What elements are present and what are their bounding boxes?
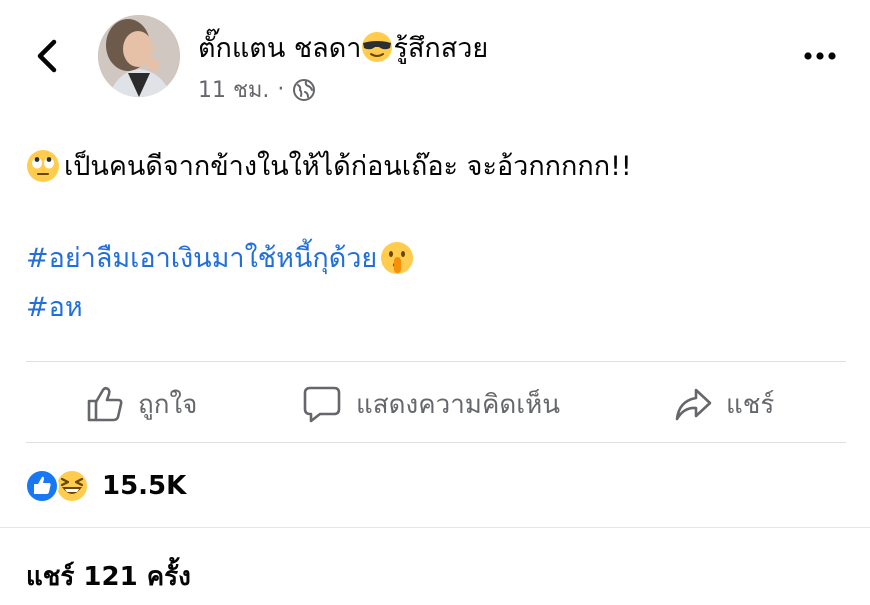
author-avatar[interactable] (98, 15, 180, 97)
hashtag-line-2: #อห (26, 285, 83, 328)
reactions-summary[interactable]: 15.5K (24, 468, 186, 504)
divider (26, 442, 846, 443)
comment-bubble-icon (303, 386, 341, 423)
post-meta: 11 ชม. · (198, 72, 316, 107)
author-feeling-text: รู้สึกสวย (393, 33, 489, 64)
reaction-count: 15.5K (102, 471, 187, 501)
post-time[interactable]: 11 ชม. (198, 72, 269, 107)
share-button[interactable]: แชร์ (674, 382, 774, 426)
smiling-face-with-sunglasses-icon (361, 31, 393, 70)
hashtag-link[interactable]: #อย่าลืมเอาเงินมาใช้หนี้กุด้วย (26, 236, 377, 279)
author-name[interactable]: ตั๊กแตน ชลดา รู้สึกสวย (198, 26, 488, 70)
comment-button[interactable]: แสดงความคิดเห็น (302, 382, 560, 426)
back-button[interactable] (30, 36, 66, 76)
chevron-left-icon (37, 39, 57, 73)
comment-label: แสดงความคิดเห็น (356, 389, 561, 420)
share-label: แชร์ (726, 389, 775, 420)
hashtag-line-1: #อย่าลืมเอาเงินมาใช้หนี้กุด้วย (26, 236, 415, 279)
more-options-button[interactable] (800, 44, 840, 68)
shushing-face-icon (381, 241, 414, 274)
share-count[interactable]: แชร์ 121 ครั้ง (26, 556, 191, 597)
like-label: ถูกใจ (138, 389, 198, 420)
like-button[interactable]: ถูกใจ (86, 382, 197, 426)
author-name-text: ตั๊กแตน ชลดา (198, 33, 362, 64)
meta-separator: · (277, 77, 285, 102)
face-with-rolling-eyes-icon (27, 149, 59, 182)
more-dots-icon (804, 52, 836, 60)
hashtag-link[interactable]: #อห (26, 285, 83, 328)
post-text: เป็นคนดีจากข้างในให้ได้ก่อนเถ๊อะ จะอ้วกก… (26, 144, 632, 187)
divider (0, 527, 870, 528)
globe-icon (293, 78, 316, 101)
divider (26, 361, 846, 362)
like-reaction-icon (25, 469, 59, 503)
share-arrow-icon (675, 388, 712, 421)
thumbs-up-icon (87, 386, 123, 422)
post-text-content: เป็นคนดีจากข้างในให้ได้ก่อนเถ๊อะ จะอ้วกก… (64, 151, 632, 182)
